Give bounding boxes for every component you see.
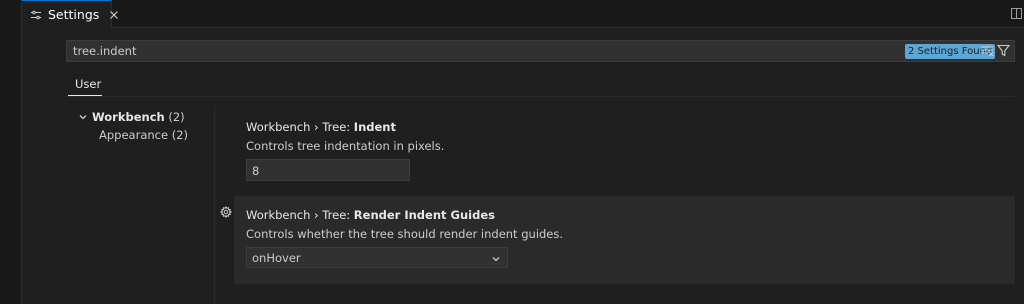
toc-item-workbench[interactable]: Workbench (2)	[78, 110, 185, 124]
settings-search-box[interactable]: 2 Settings Found	[66, 40, 1015, 62]
indent-value-box[interactable]	[246, 159, 410, 181]
scope-divider	[66, 96, 1015, 97]
setting-description: Controls tree indentation in pixels.	[246, 139, 445, 153]
setting-category: Workbench › Tree:	[246, 208, 354, 222]
chevron-down-icon	[491, 253, 501, 263]
select-value: onHover	[252, 251, 301, 265]
clear-filter-icon[interactable]	[981, 45, 994, 57]
editor-tab-bar: Settings	[22, 0, 1024, 28]
setting-render-indent-guides: Workbench › Tree: Render Indent Guides C…	[234, 196, 1015, 284]
setting-name: Render Indent Guides	[353, 208, 495, 222]
scope-tab-label: User	[75, 77, 102, 91]
filter-icon[interactable]	[996, 44, 1011, 57]
scope-tab-user[interactable]: User	[68, 74, 102, 96]
settings-search-input[interactable]	[73, 43, 673, 59]
toc-workbench-count: (2)	[168, 110, 185, 124]
setting-tree-indent: Workbench › Tree: Indent Controls tree i…	[234, 108, 1015, 188]
activity-bar	[0, 0, 22, 304]
split-editor-icon[interactable]	[1011, 8, 1022, 19]
setting-title: Workbench › Tree: Indent	[246, 120, 396, 134]
indent-value-input[interactable]	[252, 163, 402, 178]
setting-name: Indent	[353, 120, 396, 134]
toc-workbench-label: Workbench	[92, 110, 165, 124]
gear-icon[interactable]	[219, 205, 233, 219]
chevron-down-icon	[78, 111, 88, 121]
setting-category: Workbench › Tree:	[246, 120, 354, 134]
toc-item-appearance[interactable]: Appearance (2)	[99, 128, 188, 142]
settings-sliders-icon	[30, 9, 42, 21]
close-icon[interactable]	[108, 9, 120, 21]
setting-description: Controls whether the tree should render …	[246, 227, 564, 241]
toc-divider	[214, 106, 215, 304]
tab-label: Settings	[48, 7, 100, 22]
render-indent-guides-select[interactable]: onHover	[246, 247, 508, 268]
setting-title: Workbench › Tree: Render Indent Guides	[246, 208, 495, 222]
tab-settings[interactable]: Settings	[22, 0, 119, 28]
